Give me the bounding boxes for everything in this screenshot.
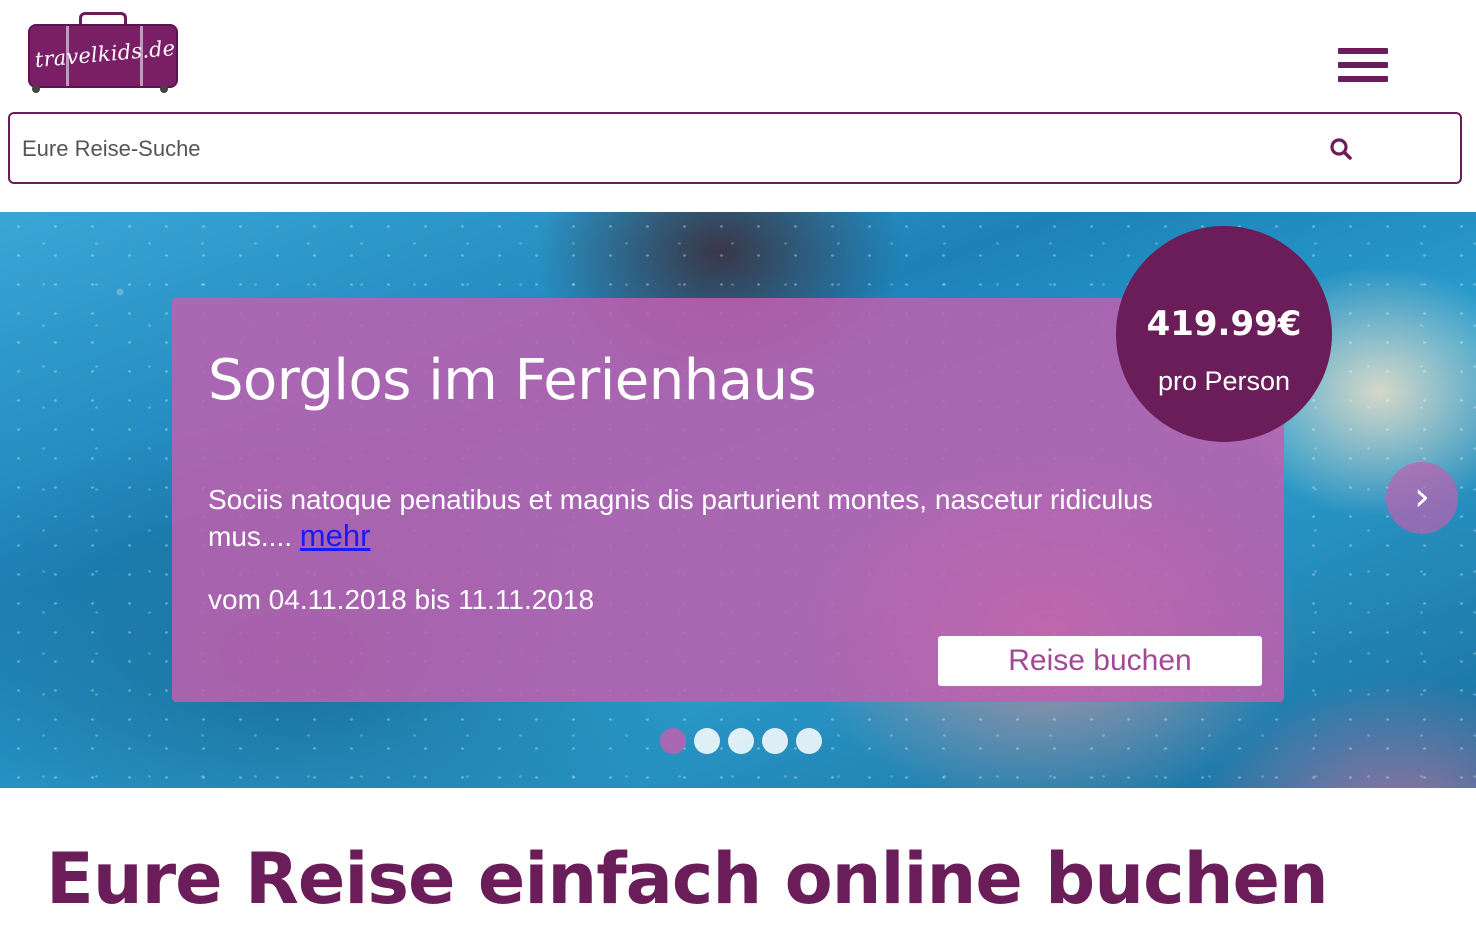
- price-unit: pro Person: [1157, 366, 1291, 396]
- promo-title: Sorglos im Ferienhaus: [208, 348, 817, 413]
- slider-dot[interactable]: [660, 728, 686, 754]
- promo-date-range: vom 04.11.2018 bis 11.11.2018: [208, 584, 595, 615]
- logo-wheel: [32, 85, 40, 93]
- next-slide-arrow-icon[interactable]: ›: [1386, 462, 1458, 534]
- slider-dot[interactable]: [728, 728, 754, 754]
- menu-bar: [1338, 62, 1388, 68]
- slider-dots: [660, 728, 822, 754]
- hamburger-icon[interactable]: [1338, 48, 1390, 86]
- logo-suitcase: travelkids.de: [28, 24, 178, 88]
- site-logo[interactable]: travelkids.de: [28, 12, 178, 93]
- price-badge: 419.99€ pro Person: [1116, 226, 1332, 442]
- book-trip-button[interactable]: Reise buchen: [938, 636, 1262, 686]
- slider-dot[interactable]: [694, 728, 720, 754]
- slider-dot[interactable]: [796, 728, 822, 754]
- menu-bar: [1338, 48, 1388, 54]
- more-link[interactable]: mehr: [300, 518, 371, 553]
- logo-wheel: [160, 85, 168, 93]
- search-input[interactable]: [22, 124, 1302, 174]
- section-heading: Eure Reise einfach online buchen: [46, 838, 1329, 920]
- slider-dot[interactable]: [762, 728, 788, 754]
- search-box: [8, 112, 1462, 184]
- price-value: 419.99€: [1146, 304, 1302, 344]
- promo-description: Sociis natoque penatibus et magnis dis p…: [208, 482, 1168, 555]
- logo-text: travelkids.de: [33, 35, 177, 73]
- hero-slider: Sorglos im Ferienhaus Sociis natoque pen…: [0, 212, 1476, 788]
- menu-bar: [1338, 76, 1388, 82]
- promo-card: Sorglos im Ferienhaus Sociis natoque pen…: [172, 298, 1284, 702]
- search-icon[interactable]: [1328, 136, 1354, 162]
